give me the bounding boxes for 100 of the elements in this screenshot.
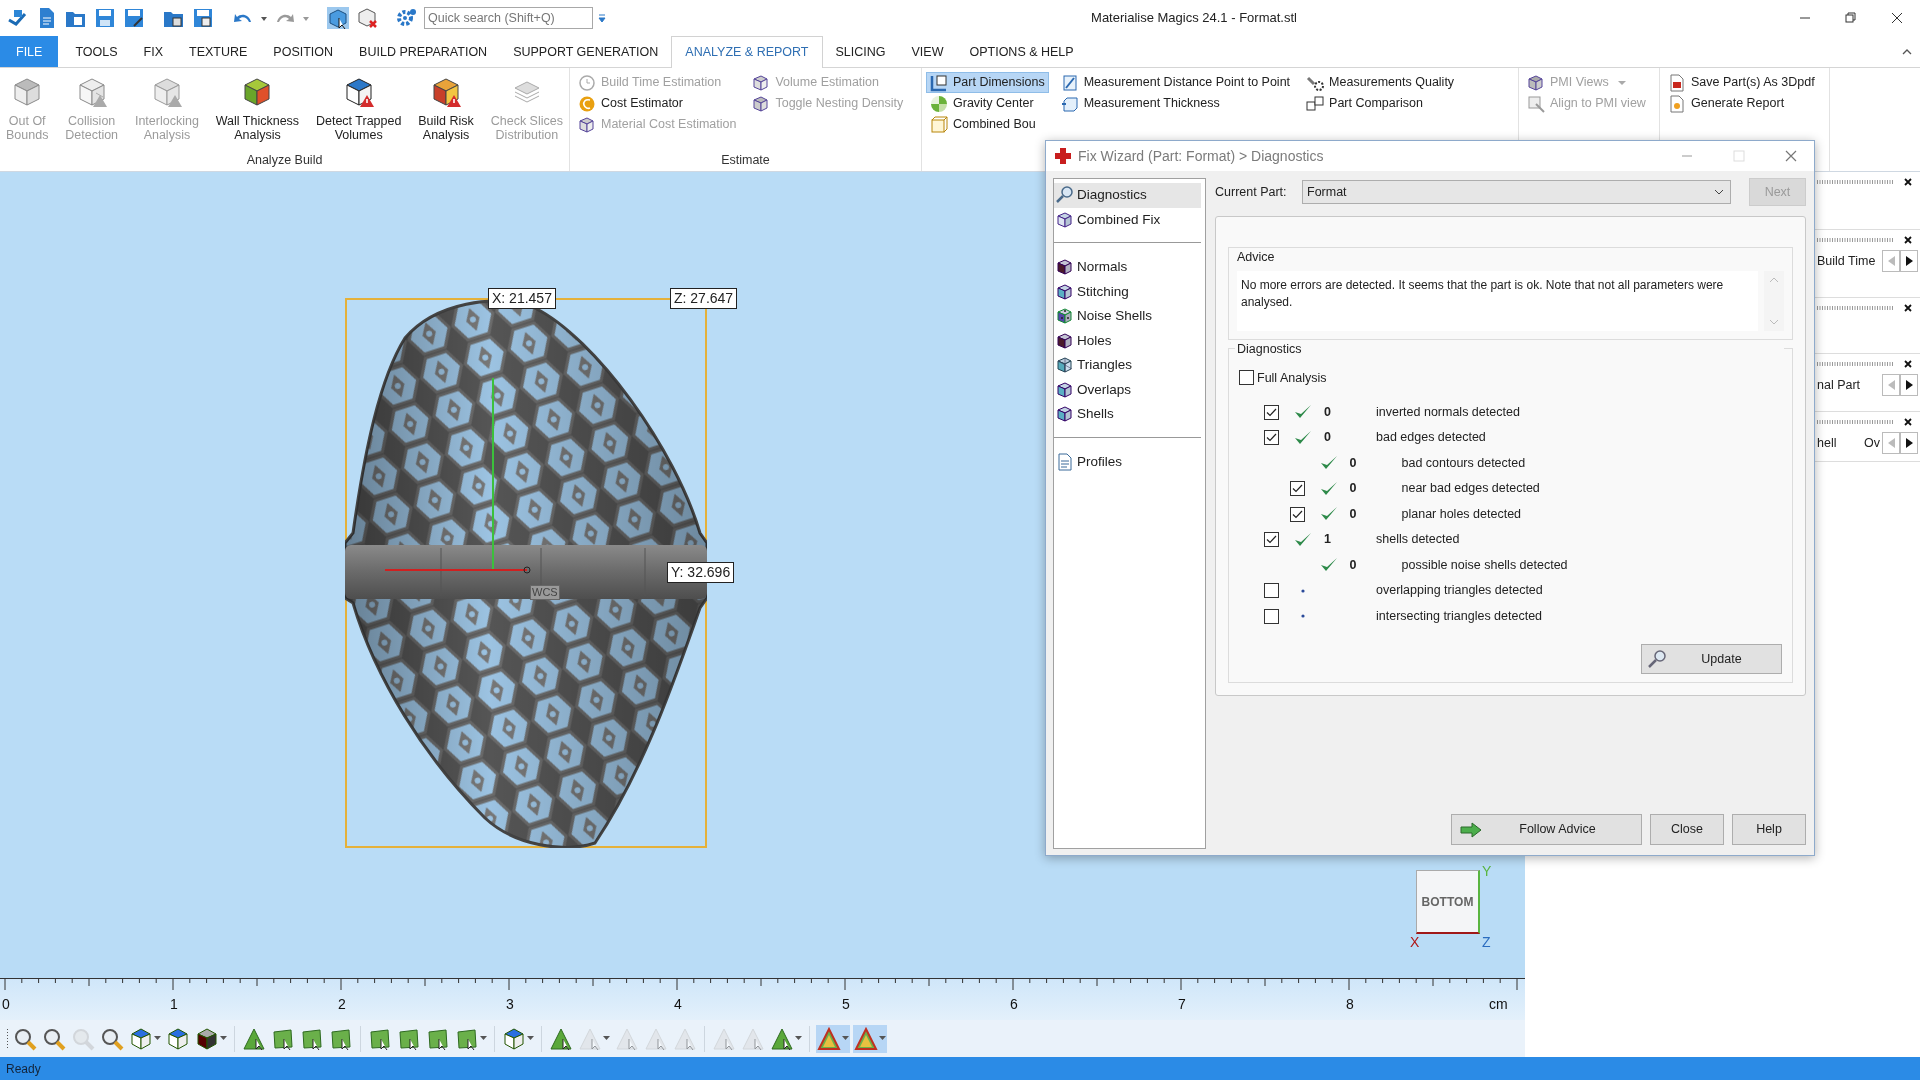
ribbon-button[interactable]: Detect Trapped Volumes [313,70,404,151]
close-icon[interactable] [1904,304,1912,312]
ribbon-button[interactable]: Cost Estimator [574,93,741,114]
shape-icon[interactable] [368,1026,392,1051]
shape-icon[interactable] [271,1026,295,1051]
nav-item[interactable]: Diagnostics [1054,183,1201,208]
magnifier-icon [1056,186,1074,205]
ribbon-tab[interactable]: FIX [130,36,176,67]
dialog-button[interactable]: Follow Advice [1451,814,1642,845]
dialog-button[interactable]: Help [1732,814,1806,845]
close-icon[interactable] [1904,418,1912,426]
shape-icon[interactable] [397,1026,421,1051]
ribbon-tab[interactable]: TOOLS [62,36,131,67]
nav-item[interactable]: Shells [1054,402,1201,427]
ribbon-button[interactable]: Measurements Quality [1302,72,1459,93]
ribbon-tab[interactable]: TEXTURE [176,36,261,67]
ribbon-tab[interactable]: OPTIONS & HELP [956,36,1087,67]
caret-icon[interactable] [795,1036,802,1041]
ribbon-button[interactable]: Measurement Distance Point to Point [1056,72,1295,93]
ribbon-button[interactable]: Part Comparison [1302,93,1459,114]
caret-icon[interactable] [154,1036,161,1041]
ribbon-button[interactable]: Build Risk Analysis [416,70,476,151]
shape-icon[interactable] [426,1026,450,1051]
quick-search-field[interactable]: Quick search (Shift+Q) [424,7,593,29]
ribbon-button[interactable]: Gravity Center [926,93,1049,114]
view-cube[interactable]: BOTTOM [1416,870,1480,934]
nav-item[interactable]: Stitching [1054,279,1201,304]
ribbon-button[interactable]: Part Dimensions [926,72,1049,93]
save-cube-icon[interactable] [191,6,215,30]
ribbon-button[interactable]: Wall Thickness Analysis [213,70,302,151]
dropdown-icon[interactable] [598,12,606,24]
triangle-icon[interactable] [817,1026,841,1051]
collapse-icon[interactable] [1902,47,1912,56]
checkbox[interactable] [1289,481,1305,496]
checkbox[interactable] [1264,608,1279,624]
shape-icon[interactable] [455,1026,479,1051]
update-button[interactable]: Update [1641,644,1782,674]
magnifier-icon[interactable] [13,1026,37,1051]
triangle-icon[interactable] [242,1026,266,1051]
checkbox[interactable] [1264,430,1279,445]
ribbon-tab[interactable]: POSITION [260,36,347,67]
file-menu-tab[interactable]: FILE [0,36,59,67]
ribbon-button[interactable]: Combined Bou [926,114,1049,135]
caret-icon[interactable] [220,1036,227,1041]
caret-icon[interactable] [842,1036,849,1041]
close-icon[interactable] [1904,360,1912,368]
checkbox[interactable] [1264,532,1279,547]
cube-icon[interactable] [166,1026,190,1051]
dialog-button[interactable]: Close [1650,814,1724,845]
close-icon[interactable] [1904,236,1912,244]
wire-box-icon [930,115,948,134]
ribbon-button[interactable]: Save Part(s) As 3Dpdf [1664,72,1819,93]
nav-item[interactable]: Combined Fix [1054,207,1201,232]
part-dropdown[interactable]: Format [1302,180,1731,204]
checkbox[interactable] [1264,404,1279,420]
cubes-icon [1306,94,1325,113]
triangle-icon[interactable] [549,1026,573,1051]
nav-item[interactable]: Overlaps [1054,377,1201,402]
save-icon[interactable] [93,6,117,30]
shape-icon[interactable] [329,1026,353,1051]
triangle-icon[interactable] [854,1026,878,1051]
ribbon-button[interactable]: Generate Report [1664,93,1819,114]
cube-icon[interactable] [195,1026,219,1051]
checkbox[interactable] [1264,583,1279,598]
restore-icon[interactable] [1845,12,1857,24]
close-icon[interactable] [1904,178,1912,186]
cube-icon[interactable] [129,1026,153,1051]
arrow-right-icon[interactable] [1905,256,1913,266]
arrow-right-icon[interactable] [1905,380,1913,390]
caret-icon[interactable] [879,1036,886,1041]
ribbon-tab[interactable]: VIEW [898,36,957,67]
cube-cross-icon[interactable] [355,6,379,30]
cube-icon[interactable] [502,1026,526,1051]
nav-item[interactable]: Normals [1054,255,1201,280]
dialog-title: Fix Wizard (Part: Format) > Diagnostics [1078,146,1325,166]
triangle-icon[interactable] [770,1026,794,1051]
checkbox[interactable] [1239,370,1254,386]
caret-icon[interactable] [480,1036,487,1041]
ribbon-tab[interactable]: SUPPORT GENERATION [500,36,672,67]
ruler-label: 1 [170,995,178,1014]
nav-item[interactable]: Profiles [1054,449,1201,474]
ribbon-button[interactable]: Measurement Thickness [1056,93,1295,114]
save-as-icon[interactable] [122,6,146,30]
cube-cursor-icon[interactable] [326,6,350,30]
shape-icon[interactable] [300,1026,324,1051]
cube-icon [1056,380,1074,399]
magnifier-icon[interactable] [42,1026,66,1051]
arrow-right-icon[interactable] [1905,438,1913,448]
caret-icon[interactable] [527,1036,534,1041]
count-value: 0 [1349,556,1358,574]
ribbon-tab[interactable]: SLICING [822,36,899,67]
ribbon-tab[interactable]: BUILD PREPARATION [346,36,501,67]
nav-item[interactable]: Noise Shells [1054,304,1201,329]
magnifier-icon[interactable] [100,1026,124,1051]
cube-icon [1056,405,1074,424]
checkbox[interactable] [1289,506,1305,522]
close-icon[interactable] [1891,12,1903,24]
ribbon-tab[interactable]: ANALYZE & REPORT [671,36,823,68]
nav-item[interactable]: Holes [1054,328,1201,353]
nav-item[interactable]: Triangles [1054,353,1201,378]
